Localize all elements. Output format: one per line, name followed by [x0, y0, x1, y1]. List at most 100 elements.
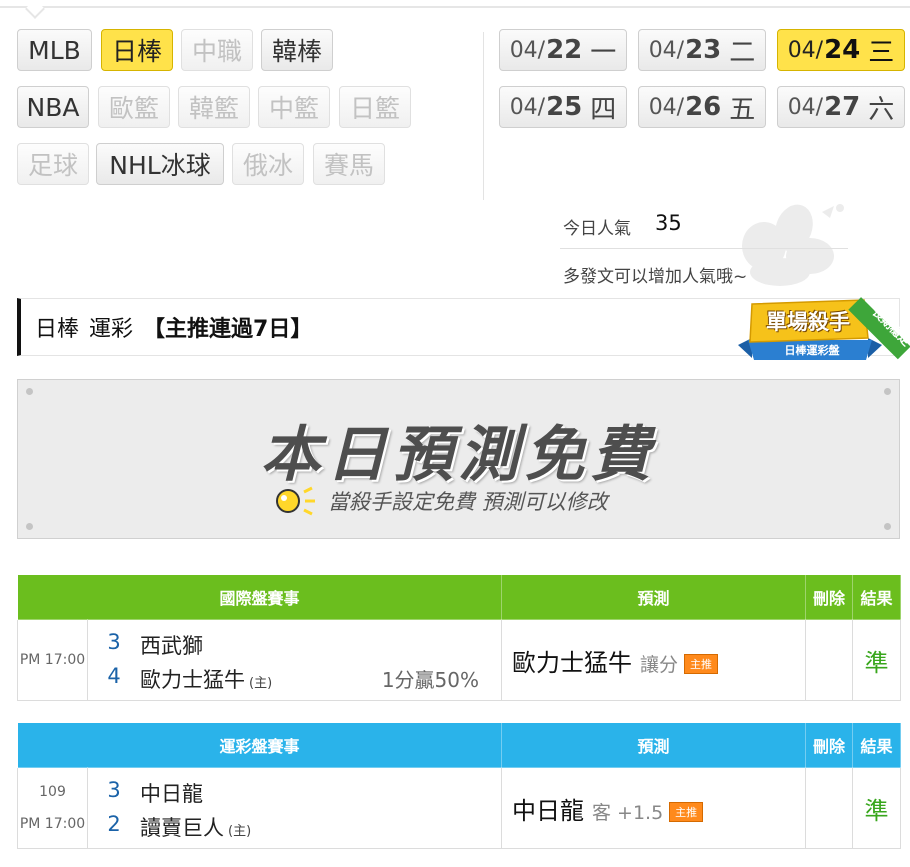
- match-teams: 3 中日龍 2 讀賣巨人 (主): [86, 767, 503, 849]
- header-match: 運彩盤賽事: [16, 722, 503, 768]
- header-result: 結果: [852, 574, 902, 620]
- popularity-label: 今日人氣: [563, 219, 631, 239]
- prediction-type: 客: [592, 801, 612, 824]
- date-day: 23: [685, 35, 722, 65]
- main-pick-tag: 主推: [684, 653, 719, 674]
- date-weekday: 五: [729, 94, 756, 125]
- lightbulb-icon: [276, 486, 315, 516]
- top-notch: [25, 0, 45, 19]
- sport-khl[interactable]: 俄冰: [232, 143, 304, 185]
- title-streak: 【主推連過7日】: [143, 317, 313, 342]
- prediction-cell: 歐力士猛牛 讓分 主推: [501, 619, 807, 701]
- date-day: 27: [824, 92, 861, 122]
- away-team-row: 3 中日龍: [88, 778, 501, 808]
- date-day: 22: [546, 35, 583, 65]
- sport-horse-racing[interactable]: 賽馬: [313, 143, 385, 185]
- date-month: 04/: [648, 37, 685, 63]
- date-weekday: 一: [590, 37, 617, 68]
- delete-cell: [805, 767, 854, 849]
- popularity-count: 35: [655, 211, 682, 235]
- table-row: PM 17:00 3 西武獅 4 歐力士猛牛 (主) 1分贏50% 歐力士猛牛 讓分…: [17, 619, 902, 701]
- match-time-cell: 109 PM 17:00: [17, 767, 88, 849]
- date-weekday: 四: [590, 94, 617, 125]
- sport-kbo[interactable]: 韓棒: [261, 29, 333, 71]
- home-mark: (主): [228, 824, 252, 839]
- date-month: 04/: [648, 94, 685, 120]
- banner-screw: [884, 388, 891, 395]
- result-cell: 準: [852, 767, 902, 849]
- free-prediction-banner: 本日預測免費 當殺手設定免費 預測可以修改: [17, 379, 900, 539]
- table-row: 109 PM 17:00 3 中日龍 2 讀賣巨人 (主) 中日龍客 +1.5 主推 …: [17, 767, 902, 849]
- date-month: 04/: [787, 37, 824, 63]
- match-odds: 1分贏50%: [381, 668, 480, 692]
- date-month: 04/: [509, 94, 546, 120]
- date-day: 25: [546, 92, 583, 122]
- home-team-name: 讀賣巨人 (主): [140, 812, 251, 842]
- date-button[interactable]: 04/23 二: [638, 29, 766, 71]
- date-button[interactable]: 04/26 五: [638, 86, 766, 128]
- sport-japan-basketball[interactable]: 日籃: [339, 86, 411, 128]
- prediction-line: +1.5: [617, 801, 664, 824]
- sport-china-basketball[interactable]: 中籃: [258, 86, 330, 128]
- lottery-match-table: 運彩盤賽事 預測 刪除 結果 109 PM 17:00 3 中日龍 2 讀賣巨人…: [16, 722, 902, 849]
- banner-screw: [884, 523, 891, 530]
- date-month: 04/: [787, 94, 824, 120]
- home-team: 讀賣巨人: [140, 816, 224, 840]
- home-team-name: 歐力士猛牛 (主): [140, 664, 272, 694]
- prediction-cell: 中日龍客 +1.5 主推: [501, 767, 807, 849]
- date-month: 04/: [509, 37, 546, 63]
- header-prediction: 預測: [501, 722, 807, 768]
- title-type: 運彩: [89, 317, 134, 342]
- sport-nhl[interactable]: NHL冰球: [96, 143, 224, 185]
- home-team-row: 4 歐力士猛牛 (主) 1分贏50%: [88, 664, 501, 694]
- delete-cell: [805, 619, 854, 701]
- sport-soccer[interactable]: 足球: [17, 143, 89, 185]
- header-prediction: 預測: [501, 574, 807, 620]
- date-button[interactable]: 04/22 一: [499, 29, 627, 71]
- header-delete: 刪除: [805, 574, 854, 620]
- home-team-row: 2 讀賣巨人 (主): [88, 812, 501, 842]
- sport-nba[interactable]: NBA: [17, 86, 89, 128]
- header-match: 國際盤賽事: [16, 574, 503, 620]
- away-score: 3: [107, 778, 121, 802]
- away-team: 中日龍: [140, 782, 203, 806]
- prediction-team: 中日龍: [512, 796, 585, 825]
- game-number: 109: [39, 784, 66, 800]
- sport-euro-basketball[interactable]: 歐籃: [98, 86, 170, 128]
- column-divider: [483, 32, 484, 200]
- date-day: 26: [685, 92, 722, 122]
- result-cell: 準: [852, 619, 902, 701]
- main-pick-tag: 主推: [669, 801, 704, 822]
- sport-cpbl[interactable]: 中職: [181, 29, 253, 71]
- sport-npb[interactable]: 日棒: [101, 29, 173, 71]
- home-score: 2: [107, 812, 121, 836]
- table-header-row: 國際盤賽事 預測 刪除 結果: [16, 574, 902, 620]
- date-button[interactable]: 04/27 六: [777, 86, 905, 128]
- home-team: 歐力士猛牛: [140, 668, 245, 692]
- match-time: PM 17:00: [19, 816, 86, 832]
- date-weekday: 三: [868, 37, 895, 68]
- date-button[interactable]: 04/25 四: [499, 86, 627, 128]
- home-mark: (主): [249, 676, 273, 691]
- home-score: 4: [107, 664, 121, 688]
- sport-korea-basketball[interactable]: 韓籃: [178, 86, 250, 128]
- popularity-divider: [560, 248, 848, 249]
- intl-match-table: 國際盤賽事 預測 刪除 結果 PM 17:00 3 西武獅 4 歐力士猛牛 (主)…: [16, 574, 902, 701]
- date-button-active[interactable]: 04/24 三: [777, 29, 905, 71]
- badge-sub-text: 日棒運彩盤: [784, 344, 840, 357]
- date-weekday: 二: [729, 37, 756, 68]
- badge-main-text: 單場殺手: [766, 310, 850, 334]
- match-teams: 3 西武獅 4 歐力士猛牛 (主) 1分贏50%: [86, 619, 503, 701]
- banner-headline: 本日預測免費: [260, 420, 657, 490]
- popularity-message: 多發文可以增加人氣哦~: [563, 267, 748, 287]
- sport-mlb[interactable]: MLB: [17, 29, 92, 71]
- title-sport: 日棒: [35, 317, 80, 342]
- date-day: 24: [824, 35, 861, 65]
- header-result: 結果: [852, 722, 902, 768]
- date-weekday: 六: [868, 94, 895, 125]
- top-divider: [0, 6, 910, 8]
- banner-subline: 當殺手設定免費 預測可以修改: [328, 490, 608, 514]
- prediction-team: 歐力士猛牛: [512, 648, 633, 677]
- away-team: 西武獅: [140, 634, 203, 658]
- away-team-row: 3 西武獅: [88, 630, 501, 660]
